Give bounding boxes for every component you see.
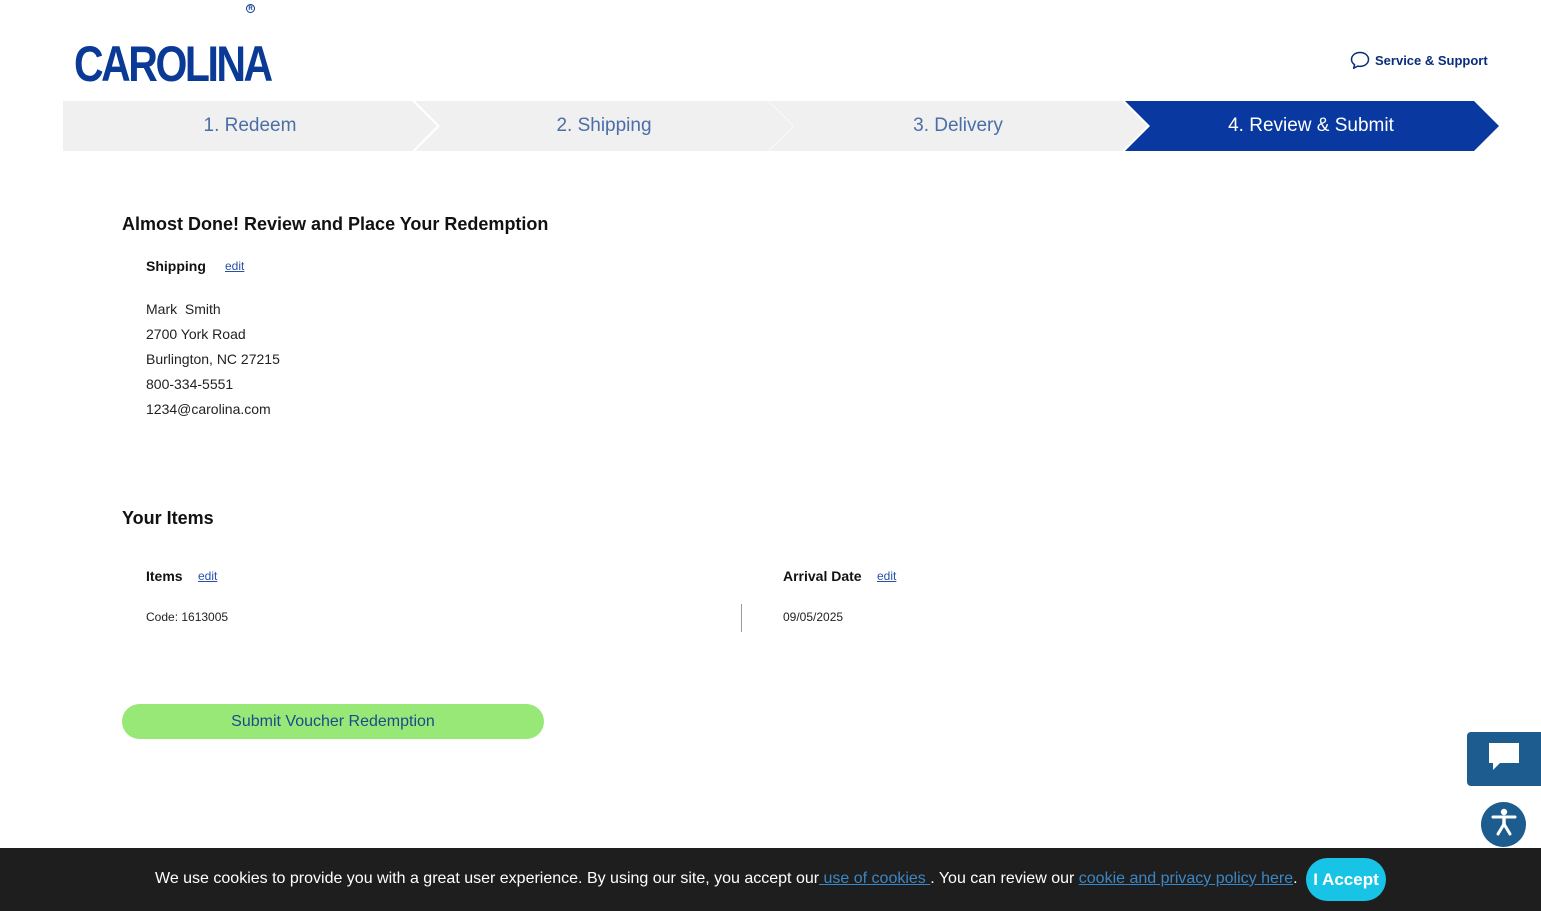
carolina-logo[interactable]: CAROLINA [74,38,314,90]
cookie-banner: We use cookies to provide you with a gre… [0,848,1541,911]
step-shipping[interactable]: 2. Shipping [415,101,793,151]
arrival-date-label: Arrival Date [783,568,862,584]
checkout-steps: 1. Redeem 2. Shipping 3. Delivery 4. Rev… [63,101,1499,151]
step-label: 4. Review & Submit [1228,115,1394,136]
edit-arrival-link[interactable]: edit [877,569,896,583]
step-label: 2. Shipping [556,115,652,136]
address-phone: 800-334-5551 [146,376,234,392]
logo-text: CAROLINA [74,36,273,92]
service-support-link[interactable]: Service & Support [1350,51,1488,70]
step-delivery[interactable]: 3. Delivery [769,101,1147,151]
accessibility-icon [1489,807,1519,842]
privacy-policy-link[interactable]: cookie and privacy policy here [1079,870,1293,887]
step-label: 3. Delivery [913,115,1003,136]
step-review-submit[interactable]: 4. Review & Submit [1123,101,1499,151]
cookie-text-before: We use cookies to provide you with a gre… [155,870,820,887]
items-heading: Your Items [122,508,214,528]
arrival-date-value: 09/05/2025 [783,610,844,624]
shipping-label: Shipping [146,258,206,274]
address-name: Mark Smith [146,301,221,317]
address-email: 1234@carolina.com [146,401,271,417]
accessibility-button[interactable] [1481,802,1526,847]
items-label: Items [146,568,183,584]
edit-items-link[interactable]: edit [198,569,217,583]
cookie-text-middle: . You can review our [930,870,1079,887]
chat-icon [1486,741,1522,778]
step-redeem[interactable]: 1. Redeem [63,101,437,151]
edit-shipping-link[interactable]: edit [225,259,244,273]
cookie-message: We use cookies to provide you with a gre… [155,870,1298,888]
submit-voucher-button[interactable]: Submit Voucher Redemption [122,704,544,739]
step-label: 1. Redeem [203,115,297,136]
item-code: Code: 1613005 [146,610,229,624]
use-of-cookies-link[interactable]: use of cookies [819,870,930,887]
support-label: Service & Support [1375,53,1488,68]
chat-widget-button[interactable] [1467,732,1541,786]
speech-bubble-icon [1350,51,1370,70]
page: CAROLINA R Service & Support 1. Redeem 2… [0,0,1541,911]
registered-mark-icon: R [246,4,255,13]
cookie-text-after: . [1293,870,1298,887]
items-divider [741,604,742,632]
shipping-address: Mark Smith 2700 York Road Burlington, NC… [146,297,280,422]
address-city: Burlington, NC 27215 [146,351,280,367]
page-title: Almost Done! Review and Place Your Redem… [122,214,549,234]
accept-cookies-button[interactable]: I Accept [1306,858,1386,901]
address-street: 2700 York Road [146,326,246,342]
